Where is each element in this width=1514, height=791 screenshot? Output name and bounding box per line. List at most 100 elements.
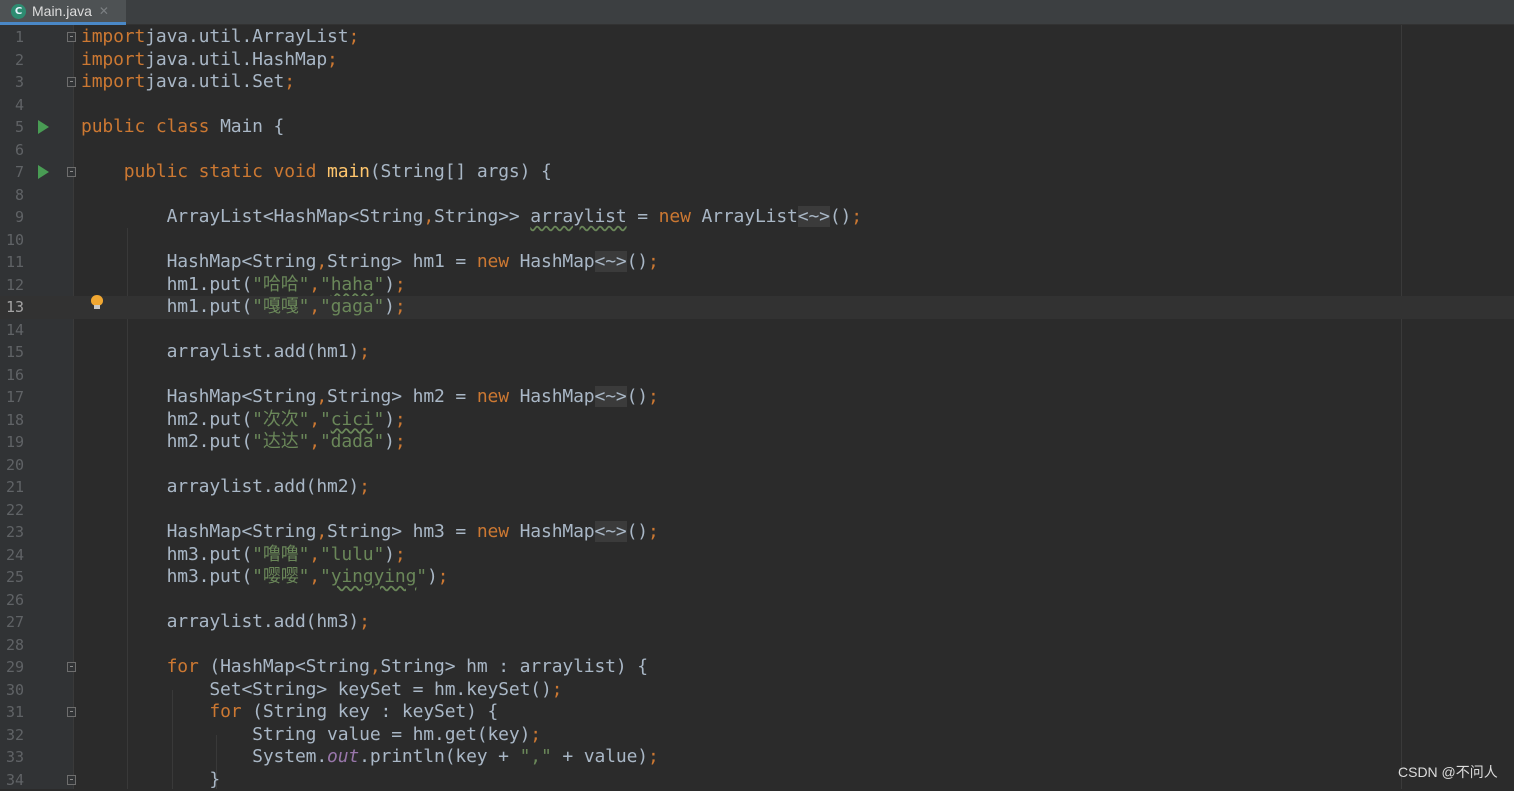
- code-text[interactable]: hm3.put("嘤嘤","yingying");: [81, 566, 448, 589]
- code-line[interactable]: 10: [0, 229, 1514, 252]
- line-number: 10: [0, 229, 24, 252]
- line-number: 8: [0, 184, 24, 207]
- code-line[interactable]: 17 HashMap<String,String> hm2 = new Hash…: [0, 386, 1514, 409]
- code-line[interactable]: 18 hm2.put("次次","cici");: [0, 409, 1514, 432]
- code-text[interactable]: HashMap<String,String> hm1 = new HashMap…: [81, 251, 659, 274]
- line-number: 2: [0, 49, 24, 72]
- code-line[interactable]: 25 hm3.put("嘤嘤","yingying");: [0, 566, 1514, 589]
- line-number: 17: [0, 386, 24, 409]
- editor-tab-bar: C Main.java ✕: [0, 0, 1514, 25]
- code-line[interactable]: 12 hm1.put("哈哈","haha");: [0, 274, 1514, 297]
- run-gutter-icon[interactable]: [38, 165, 49, 179]
- line-number: 27: [0, 611, 24, 634]
- code-line[interactable]: 15 arraylist.add(hm1);: [0, 341, 1514, 364]
- code-text[interactable]: public class Main {: [81, 116, 284, 139]
- fold-marker-icon[interactable]: [67, 662, 76, 672]
- code-line[interactable]: 8: [0, 184, 1514, 207]
- line-number: 24: [0, 544, 24, 567]
- code-text[interactable]: Set<String> keySet = hm.keySet();: [81, 679, 562, 702]
- fold-marker-icon[interactable]: [67, 32, 76, 42]
- line-number: 31: [0, 701, 24, 724]
- code-text[interactable]: String value = hm.get(key);: [81, 724, 541, 747]
- code-text[interactable]: ArrayList<HashMap<String,String>> arrayl…: [81, 206, 862, 229]
- code-text[interactable]: arraylist.add(hm1);: [81, 341, 370, 364]
- line-number: 33: [0, 746, 24, 769]
- code-line[interactable]: 9 ArrayList<HashMap<String,String>> arra…: [0, 206, 1514, 229]
- run-gutter-icon[interactable]: [38, 120, 49, 134]
- code-text[interactable]: }: [81, 769, 220, 791]
- code-text[interactable]: hm1.put("嘎嘎","gaga");: [81, 296, 406, 319]
- line-number: 16: [0, 364, 24, 387]
- code-line[interactable]: 6: [0, 139, 1514, 162]
- line-number: 32: [0, 724, 24, 747]
- line-number: 3: [0, 71, 24, 94]
- code-line[interactable]: 7 public static void main(String[] args)…: [0, 161, 1514, 184]
- code-editor[interactable]: 1importjava.util.ArrayList;2 importjava.u…: [0, 25, 1514, 789]
- code-line[interactable]: 33 System.out.println(key + "," + value)…: [0, 746, 1514, 769]
- line-number: 15: [0, 341, 24, 364]
- code-text[interactable]: importjava.util.HashMap;: [81, 49, 338, 72]
- code-line[interactable]: 32 String value = hm.get(key);: [0, 724, 1514, 747]
- code-text[interactable]: importjava.util.ArrayList;: [81, 26, 359, 49]
- code-line[interactable]: 34 }: [0, 769, 1514, 791]
- code-line[interactable]: 13 hm1.put("嘎嘎","gaga");: [0, 296, 1514, 319]
- line-number: 4: [0, 94, 24, 117]
- line-number: 21: [0, 476, 24, 499]
- code-line[interactable]: 5 public class Main {: [0, 116, 1514, 139]
- line-number: 5: [0, 116, 24, 139]
- code-text[interactable]: public static void main(String[] args) {: [81, 161, 552, 184]
- line-number: 12: [0, 274, 24, 297]
- line-number: 28: [0, 634, 24, 657]
- java-class-icon: C: [11, 4, 26, 19]
- line-number: 11: [0, 251, 24, 274]
- code-text[interactable]: importjava.util.Set;: [81, 71, 295, 94]
- code-line[interactable]: 4: [0, 94, 1514, 117]
- line-number: 25: [0, 566, 24, 589]
- code-text[interactable]: hm3.put("噜噜","lulu");: [81, 544, 406, 567]
- fold-marker-icon[interactable]: [67, 167, 76, 177]
- line-number: 30: [0, 679, 24, 702]
- code-text[interactable]: hm2.put("达达","dada");: [81, 431, 406, 454]
- code-text[interactable]: hm1.put("哈哈","haha");: [81, 274, 406, 297]
- fold-marker-icon[interactable]: [67, 707, 76, 717]
- watermark: CSDN @不问人: [1398, 762, 1498, 782]
- line-number: 6: [0, 139, 24, 162]
- lightbulb-icon[interactable]: [91, 295, 103, 309]
- line-number: 20: [0, 454, 24, 477]
- code-text[interactable]: System.out.println(key + "," + value);: [81, 746, 659, 769]
- fold-marker-icon[interactable]: [67, 77, 76, 87]
- close-icon[interactable]: ✕: [99, 4, 109, 18]
- tab-label: Main.java: [32, 3, 92, 19]
- code-line[interactable]: 26: [0, 589, 1514, 612]
- fold-marker-icon[interactable]: [67, 775, 76, 785]
- code-line[interactable]: 29 for (HashMap<String,String> hm : arra…: [0, 656, 1514, 679]
- code-line[interactable]: 21 arraylist.add(hm2);: [0, 476, 1514, 499]
- code-text[interactable]: hm2.put("次次","cici");: [81, 409, 406, 432]
- code-line[interactable]: 19 hm2.put("达达","dada");: [0, 431, 1514, 454]
- tab-main-java[interactable]: C Main.java ✕: [0, 0, 126, 25]
- code-line[interactable]: 14: [0, 319, 1514, 342]
- code-line[interactable]: 11 HashMap<String,String> hm1 = new Hash…: [0, 251, 1514, 274]
- code-text[interactable]: HashMap<String,String> hm3 = new HashMap…: [81, 521, 659, 544]
- code-line[interactable]: 1importjava.util.ArrayList;: [0, 26, 1514, 49]
- code-line[interactable]: 20: [0, 454, 1514, 477]
- code-line[interactable]: 3 importjava.util.Set;: [0, 71, 1514, 94]
- code-text[interactable]: arraylist.add(hm3);: [81, 611, 370, 634]
- code-line[interactable]: 16: [0, 364, 1514, 387]
- line-number: 34: [0, 769, 24, 791]
- code-line[interactable]: 31 for (String key : keySet) {: [0, 701, 1514, 724]
- code-text[interactable]: for (HashMap<String,String> hm : arrayli…: [81, 656, 648, 679]
- code-line[interactable]: 24 hm3.put("噜噜","lulu");: [0, 544, 1514, 567]
- code-line[interactable]: 23 HashMap<String,String> hm3 = new Hash…: [0, 521, 1514, 544]
- line-number: 22: [0, 499, 24, 522]
- code-text[interactable]: HashMap<String,String> hm2 = new HashMap…: [81, 386, 659, 409]
- code-text[interactable]: for (String key : keySet) {: [81, 701, 498, 724]
- code-line[interactable]: 22: [0, 499, 1514, 522]
- code-line[interactable]: 28: [0, 634, 1514, 657]
- code-text[interactable]: arraylist.add(hm2);: [81, 476, 370, 499]
- code-line[interactable]: 30 Set<String> keySet = hm.keySet();: [0, 679, 1514, 702]
- line-number: 14: [0, 319, 24, 342]
- code-line[interactable]: 27 arraylist.add(hm3);: [0, 611, 1514, 634]
- code-line[interactable]: 2 importjava.util.HashMap;: [0, 49, 1514, 72]
- line-number: 26: [0, 589, 24, 612]
